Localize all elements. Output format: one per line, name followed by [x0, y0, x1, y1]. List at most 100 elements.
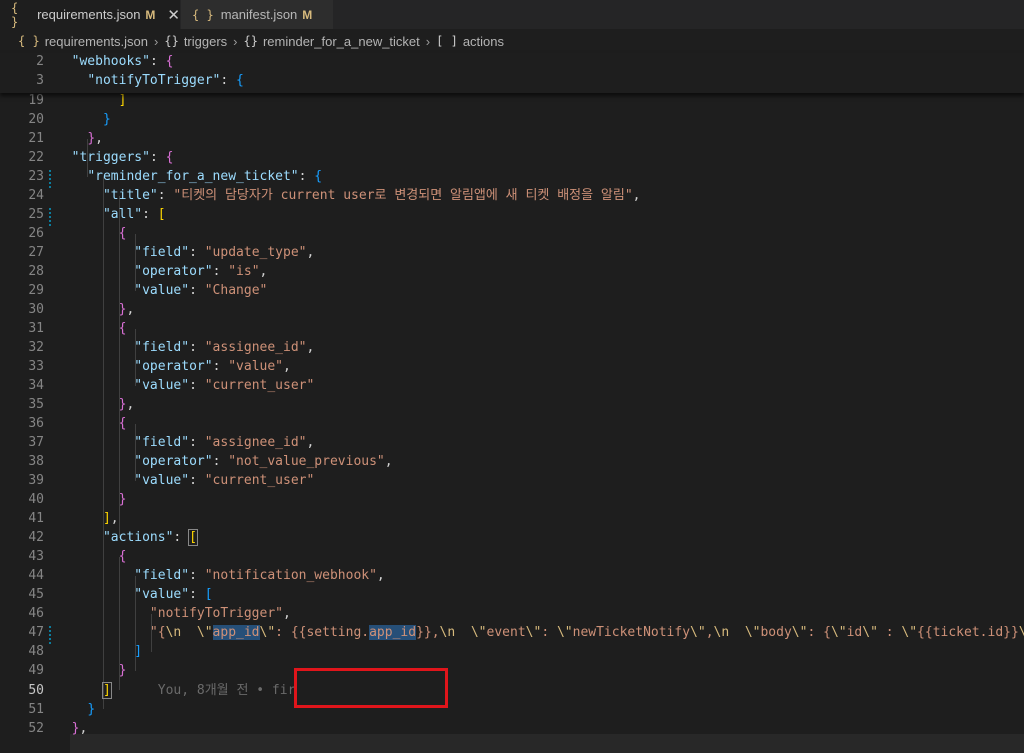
line-number: 34	[28, 378, 44, 393]
sticky-line[interactable]: 2 "webhooks": {	[0, 52, 1024, 71]
line-number: 37	[28, 435, 44, 450]
breadcrumb-item-actions[interactable]: actions	[463, 34, 504, 49]
code-line: 19 ]	[0, 91, 1024, 110]
tab-label: requirements.json	[37, 7, 141, 22]
code-text: "triggers": {	[71, 150, 174, 165]
code-text: "field": "assignee_id",	[134, 340, 315, 355]
code-line: 43 {	[0, 547, 1024, 566]
code-text: "field": "notification_webhook",	[134, 568, 385, 583]
line-number: 43	[28, 549, 44, 564]
line-number: 23	[28, 169, 44, 184]
code-line: 38 "operator": "not_value_previous",	[0, 452, 1024, 471]
line-number: 26	[28, 226, 44, 241]
tab-bar: { } requirements.json M ✕ { } manifest.j…	[0, 0, 1024, 29]
breadcrumb-item-file[interactable]: requirements.json	[45, 34, 148, 49]
code-text: "operator": "is",	[134, 264, 268, 279]
line-number: 33	[28, 359, 44, 374]
line-number: 41	[28, 511, 44, 526]
chevron-right-icon: ›	[425, 33, 431, 49]
breadcrumb-item-triggers[interactable]: triggers	[184, 34, 227, 49]
code-text: },	[71, 721, 88, 736]
code-line: 21 },	[0, 129, 1024, 148]
line-number: 20	[28, 112, 44, 127]
close-icon[interactable]: ✕	[167, 6, 180, 24]
code-text: "value": "Change"	[134, 283, 268, 298]
code-text: {	[118, 226, 127, 241]
line-number: 50	[28, 683, 44, 698]
code-text: "webhooks": {	[71, 54, 174, 69]
line-number: 32	[28, 340, 44, 355]
line-number: 19	[28, 93, 44, 108]
code-line: 51 }	[0, 700, 1024, 719]
code-text: }	[118, 663, 127, 678]
chevron-right-icon: ›	[154, 33, 159, 49]
line-number: 25	[28, 207, 44, 222]
sticky-scroll-header[interactable]: 2 "webhooks": { 3 "notifyToTrigger": {	[0, 53, 1024, 93]
line-number: 49	[28, 663, 44, 678]
array-icon: [ ]	[436, 34, 458, 48]
code-line: 46 "notifyToTrigger",	[0, 604, 1024, 623]
code-line: 23 "reminder_for_a_new_ticket": {	[0, 167, 1024, 186]
line-number: 38	[28, 454, 44, 469]
code-line: 29 "value": "Change"	[0, 281, 1024, 300]
tab-requirements-json[interactable]: { } requirements.json M ✕	[0, 0, 180, 29]
chevron-right-icon: ›	[233, 33, 238, 49]
modified-badge: M	[145, 7, 156, 22]
code-text: },	[87, 131, 103, 146]
code-text: "field": "update_type",	[134, 245, 315, 260]
sticky-line[interactable]: 3 "notifyToTrigger": {	[0, 71, 1024, 90]
code-line: 47 "{\n \"app_id\": {{setting.app_id}},\…	[0, 623, 1024, 642]
git-blame-annotation: You, 8개월 전 • fir	[157, 683, 296, 698]
code-text: "{\n \"app_id\": {{setting.app_id}},\n \…	[149, 625, 1024, 640]
breadcrumb-item-reminder[interactable]: reminder_for_a_new_ticket	[263, 34, 420, 49]
code-text: ],	[102, 511, 119, 526]
code-line: 20 }	[0, 110, 1024, 129]
editor-content[interactable]: 19 ] 20 } 21 }, 22 "triggers": { 23 "rem…	[0, 53, 1024, 753]
code-text: "value": [	[134, 587, 213, 602]
json-file-icon: { }	[11, 0, 19, 29]
code-line: 37 "field": "assignee_id",	[0, 433, 1024, 452]
code-line-current: 50 ] You, 8개월 전 • fir	[0, 681, 1024, 700]
line-number: 24	[28, 188, 44, 203]
line-number: 39	[28, 473, 44, 488]
code-text: "actions": [	[102, 529, 198, 546]
line-number: 47	[28, 625, 44, 640]
code-line: 24 "title": "티켓의 담당자가 current user로 변경되면…	[0, 186, 1024, 205]
line-number: 40	[28, 492, 44, 507]
tab-manifest-json[interactable]: { } manifest.json M	[181, 0, 333, 29]
code-text: ] You, 8개월 전 • fir	[101, 682, 296, 699]
code-line: 44 "field": "notification_webhook",	[0, 566, 1024, 585]
modified-badge: M	[302, 7, 313, 22]
code-line: 49 }	[0, 661, 1024, 680]
code-line: 42 "actions": [	[0, 528, 1024, 547]
code-text: "title": "티켓의 담당자가 current user로 변경되면 알림…	[102, 188, 641, 203]
code-text: "value": "current_user"	[134, 473, 315, 488]
line-number: 52	[28, 721, 44, 736]
line-number: 2	[36, 54, 44, 69]
line-number: 35	[28, 397, 44, 412]
line-number: 51	[28, 702, 44, 717]
code-line: 32 "field": "assignee_id",	[0, 338, 1024, 357]
line-number: 3	[36, 73, 44, 88]
code-text: "all": [	[102, 207, 166, 222]
code-text: "field": "assignee_id",	[134, 435, 315, 450]
line-number: 42	[28, 530, 44, 545]
json-file-icon: { }	[18, 34, 40, 48]
tab-label: manifest.json	[220, 7, 298, 22]
code-text: }	[118, 492, 127, 507]
line-number: 22	[28, 150, 44, 165]
highlight-annotation-box	[294, 668, 448, 708]
json-file-icon: { }	[192, 7, 214, 22]
code-line: 48 ]	[0, 642, 1024, 661]
code-line: 35 },	[0, 395, 1024, 414]
code-line: 52 },	[0, 719, 1024, 738]
line-number: 28	[28, 264, 44, 279]
code-line: 27 "field": "update_type",	[0, 243, 1024, 262]
code-text: }	[102, 112, 111, 127]
code-text: "reminder_for_a_new_ticket": {	[87, 169, 323, 184]
code-text: },	[118, 302, 135, 317]
code-line: 22 "triggers": {	[0, 148, 1024, 167]
line-number: 46	[28, 606, 44, 621]
line-number: 48	[28, 644, 44, 659]
line-number: 27	[28, 245, 44, 260]
